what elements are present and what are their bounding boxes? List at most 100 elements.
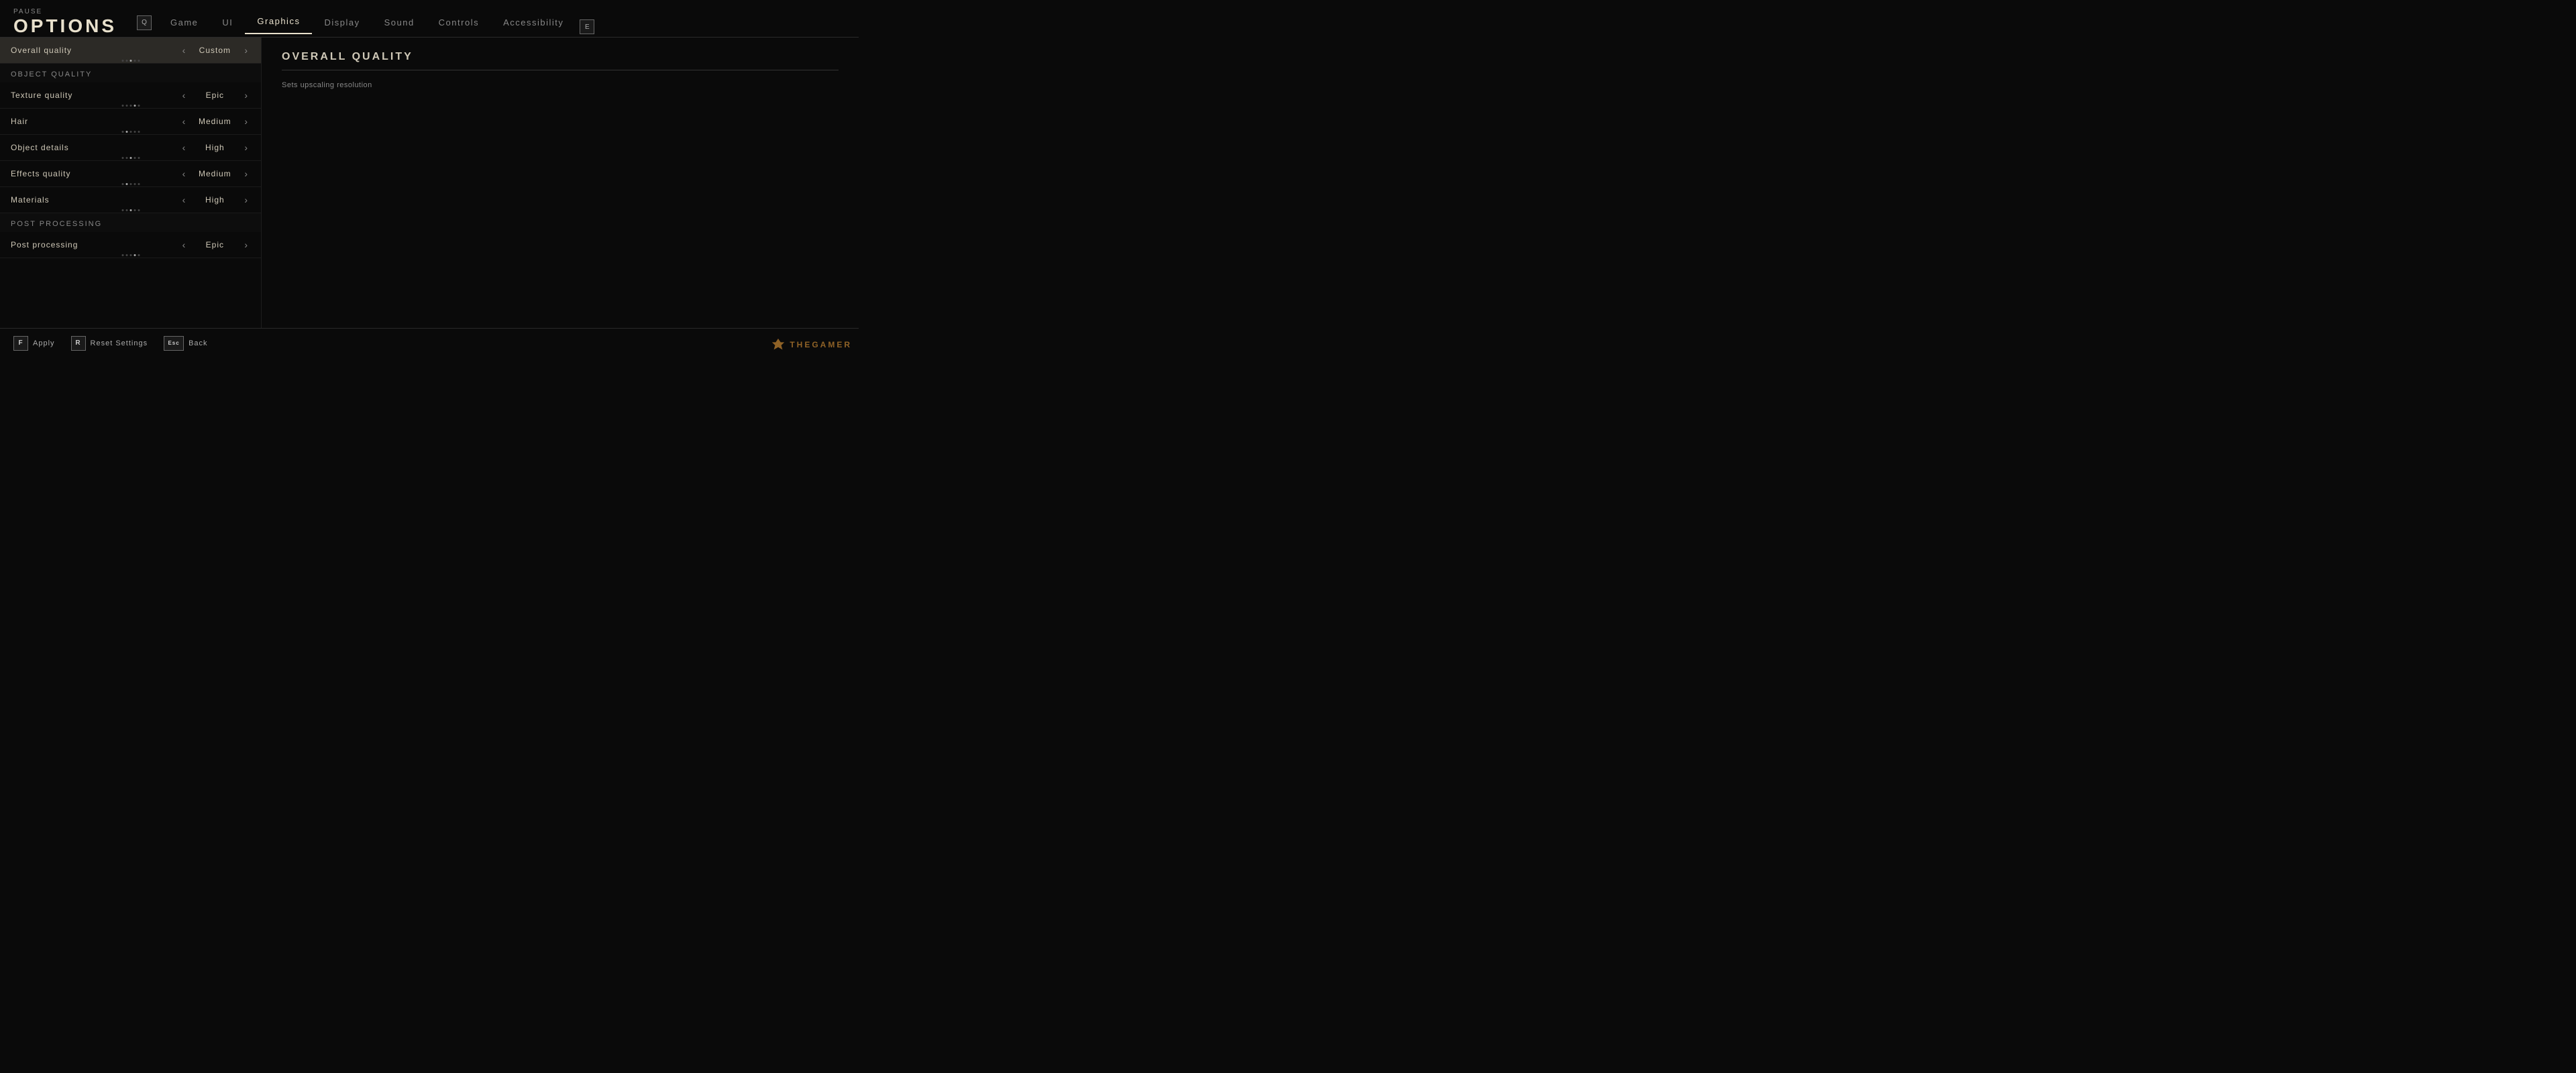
od-dot-1 [121, 157, 123, 159]
reset-label: Reset Settings [91, 339, 148, 347]
quality-panel-desc: Sets upscaling resolution [282, 80, 839, 92]
h-dot-4 [133, 131, 136, 133]
header: Pause OPTIONS Q Game UI Graphics Display… [0, 0, 859, 38]
effects-quality-dots [121, 183, 140, 185]
effects-quality-row[interactable]: Effects quality ‹ Medium › [0, 161, 261, 187]
hair-prev[interactable]: ‹ [180, 115, 189, 127]
m-dot-4 [133, 209, 136, 211]
materials-prev[interactable]: ‹ [180, 194, 189, 206]
texture-quality-label: Texture quality [11, 91, 72, 100]
dot-1 [121, 60, 123, 62]
tq-dot-2 [125, 105, 127, 107]
tab-controls[interactable]: Controls [427, 12, 491, 34]
tq-dot-1 [121, 105, 123, 107]
pp-dot-4 [133, 254, 136, 256]
texture-quality-control: ‹ Epic › [180, 89, 250, 101]
texture-quality-row[interactable]: Texture quality ‹ Epic › [0, 82, 261, 109]
object-details-label: Object details [11, 143, 69, 152]
back-button[interactable]: Esc Back [164, 336, 207, 351]
pp-dot-3 [129, 254, 131, 256]
reset-button[interactable]: R Reset Settings [71, 336, 148, 351]
tab-game[interactable]: Game [158, 12, 210, 34]
object-details-control: ‹ High › [180, 142, 250, 154]
hair-label: Hair [11, 117, 28, 126]
title-block: Pause OPTIONS [13, 8, 117, 37]
main-content: Overall quality ‹ Custom › Object qualit… [0, 38, 859, 328]
hair-next[interactable]: › [241, 115, 250, 127]
tab-accessibility[interactable]: Accessibility [491, 12, 576, 34]
od-dot-3 [129, 157, 131, 159]
effects-quality-prev[interactable]: ‹ [180, 168, 189, 180]
materials-value: High [195, 195, 235, 205]
pause-label: Pause [13, 8, 117, 15]
pp-dot-2 [125, 254, 127, 256]
texture-quality-dots [121, 105, 140, 107]
eq-dot-3 [129, 183, 131, 185]
e-key-badge: E [580, 19, 594, 34]
effects-quality-control: ‹ Medium › [180, 168, 250, 180]
apply-button[interactable]: F Apply [13, 336, 55, 351]
left-panel: Overall quality ‹ Custom › Object qualit… [0, 38, 262, 328]
overall-quality-next[interactable]: › [241, 44, 250, 56]
eq-dot-5 [138, 183, 140, 185]
overall-quality-label: Overall quality [11, 46, 72, 55]
watermark: THEGAMER [771, 337, 852, 352]
m-dot-3 [129, 209, 131, 211]
m-dot-1 [121, 209, 123, 211]
od-dot-5 [138, 157, 140, 159]
footer: F Apply R Reset Settings Esc Back [0, 328, 859, 357]
eq-dot-4 [133, 183, 136, 185]
hair-row[interactable]: Hair ‹ Medium › [0, 109, 261, 135]
dot-5 [138, 60, 140, 62]
object-details-next[interactable]: › [241, 142, 250, 154]
materials-next[interactable]: › [241, 194, 250, 206]
post-processing-label: Post processing [11, 240, 78, 249]
h-dot-3 [129, 131, 131, 133]
post-processing-prev[interactable]: ‹ [180, 239, 189, 251]
tab-ui[interactable]: UI [210, 12, 245, 34]
hair-value: Medium [195, 117, 235, 126]
nav-tabs: Game UI Graphics Display Sound Controls … [158, 11, 845, 34]
tab-display[interactable]: Display [312, 12, 372, 34]
materials-control: ‹ High › [180, 194, 250, 206]
back-key: Esc [164, 336, 184, 351]
m-dot-5 [138, 209, 140, 211]
tq-dot-4 [133, 105, 136, 107]
pp-dot-1 [121, 254, 123, 256]
reset-key: R [71, 336, 86, 351]
tq-dot-5 [138, 105, 140, 107]
post-processing-row[interactable]: Post processing ‹ Epic › [0, 232, 261, 258]
pp-dot-5 [138, 254, 140, 256]
post-processing-value: Epic [195, 240, 235, 249]
materials-label: Materials [11, 195, 50, 205]
post-processing-dots [121, 254, 140, 256]
od-dot-4 [133, 157, 136, 159]
tab-graphics[interactable]: Graphics [245, 11, 312, 34]
object-details-row[interactable]: Object details ‹ High › [0, 135, 261, 161]
apply-label: Apply [33, 339, 55, 347]
overall-quality-row[interactable]: Overall quality ‹ Custom › [0, 38, 261, 64]
dot-4 [133, 60, 136, 62]
post-processing-control: ‹ Epic › [180, 239, 250, 251]
tab-sound[interactable]: Sound [372, 12, 427, 34]
eq-dot-1 [121, 183, 123, 185]
post-processing-header: Post processing [0, 213, 261, 232]
overall-quality-control: ‹ Custom › [180, 44, 250, 56]
tq-dot-3 [129, 105, 131, 107]
materials-dots [121, 209, 140, 211]
texture-quality-next[interactable]: › [241, 89, 250, 101]
object-details-value: High [195, 143, 235, 152]
effects-quality-next[interactable]: › [241, 168, 250, 180]
materials-row[interactable]: Materials ‹ High › [0, 187, 261, 213]
overall-quality-prev[interactable]: ‹ [180, 44, 189, 56]
effects-quality-value: Medium [195, 169, 235, 178]
h-dot-1 [121, 131, 123, 133]
object-details-dots [121, 157, 140, 159]
dot-3 [129, 60, 131, 62]
texture-quality-prev[interactable]: ‹ [180, 89, 189, 101]
apply-key: F [13, 336, 28, 351]
post-processing-next[interactable]: › [241, 239, 250, 251]
overall-quality-value: Custom [195, 46, 235, 55]
dot-2 [125, 60, 127, 62]
object-details-prev[interactable]: ‹ [180, 142, 189, 154]
